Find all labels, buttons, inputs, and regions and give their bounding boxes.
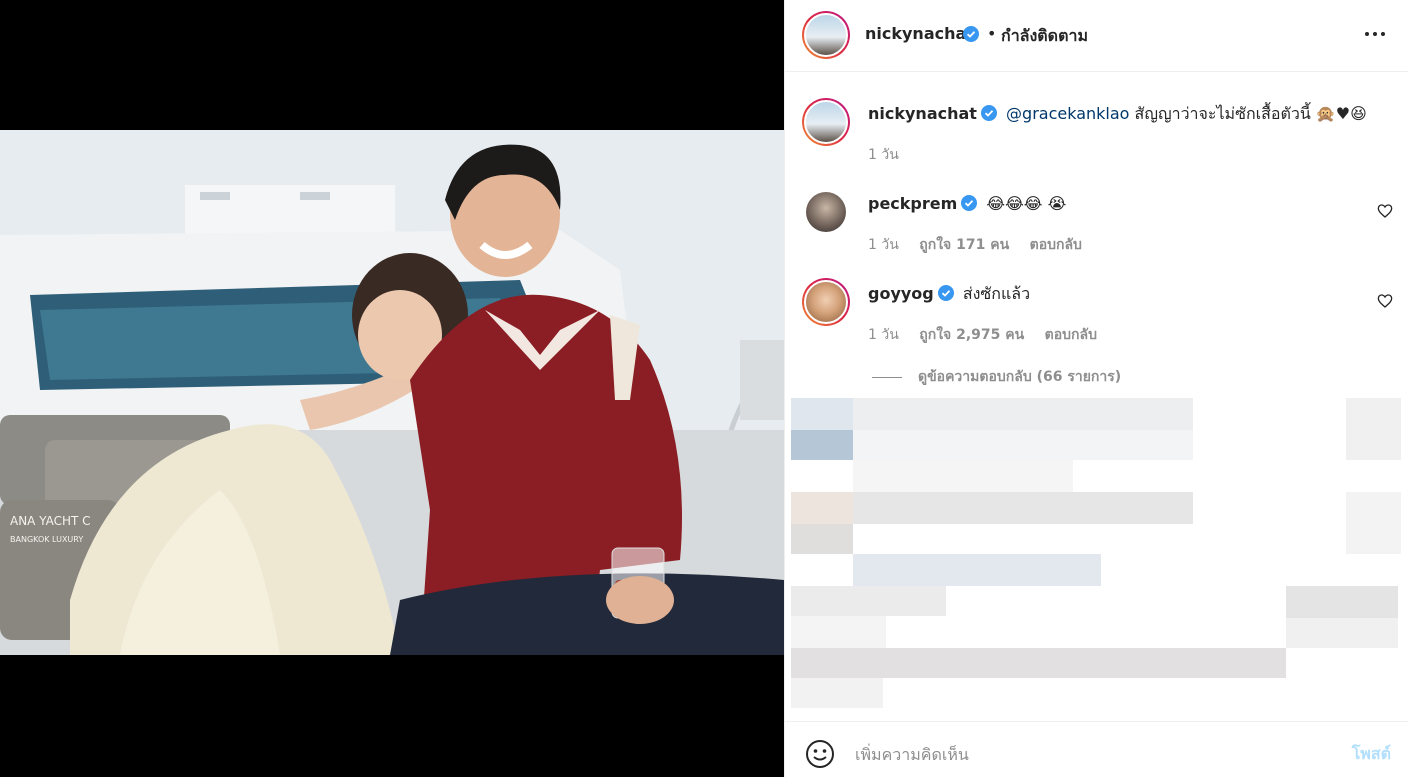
separator-dot: • (987, 24, 997, 43)
commenter-avatar[interactable] (802, 278, 850, 326)
caption-username[interactable]: nickynachat (868, 104, 977, 123)
comment-meta: 1 วัน ถูกใจ 171 คน ตอบกลับ (868, 234, 1098, 256)
comment-likes[interactable]: ถูกใจ 171 คน (919, 237, 1009, 253)
caption-text-row: nickynachat @gracekanklao สัญญาว่าจะไม่ซ… (868, 103, 1367, 125)
verified-badge-icon (961, 195, 978, 211)
post-comment-button[interactable]: โพสต์ (1352, 742, 1391, 767)
comment-composer: โพสต์ (785, 721, 1408, 777)
avatar-image (804, 280, 848, 324)
comment-meta: 1 วัน ถูกใจ 2,975 คน ตอบกลับ (868, 324, 1113, 346)
comment-time[interactable]: 1 วัน (868, 327, 899, 343)
caption-time[interactable]: 1 วัน (868, 147, 899, 163)
author-avatar[interactable] (802, 11, 850, 59)
verified-badge-icon (937, 285, 954, 301)
verified-badge-icon (980, 105, 997, 121)
comment-body: 😂😂😂 😭 (986, 194, 1067, 213)
avatar-image (804, 13, 848, 57)
caption-body: สัญญาว่าจะไม่ซักเสื้อตัวนี้ 🙊♥😆 (1134, 104, 1367, 123)
caption-meta: 1 วัน (868, 144, 915, 166)
view-replies-label: ดูข้อความตอบกลับ (66 รายการ) (918, 369, 1122, 385)
view-replies-button[interactable]: ดูข้อความตอบกลับ (66 รายการ) (872, 366, 1121, 388)
avatar-image (804, 100, 848, 144)
heart-icon[interactable] (1377, 293, 1393, 309)
comment-time[interactable]: 1 วัน (868, 237, 899, 253)
emoji-smile-icon[interactable] (805, 739, 835, 769)
post-header: nickynachat • กำลังติดตาม (785, 0, 1408, 72)
comment-input[interactable] (855, 736, 1325, 772)
svg-text:BANGKOK LUXURY: BANGKOK LUXURY (10, 535, 83, 544)
replies-divider (872, 376, 902, 378)
comment-username[interactable]: peckprem (868, 194, 957, 213)
comment-username[interactable]: goyyog (868, 284, 934, 303)
more-horizontal-icon[interactable] (1363, 22, 1387, 46)
mention-link[interactable]: @gracekanklao (1006, 104, 1129, 123)
comment-body: ส่งซักแล้ว (962, 284, 1031, 303)
comment-text-row: goyyog ส่งซักแล้ว (868, 283, 1030, 305)
comment-text-row: peckprem 😂😂😂 😭 (868, 193, 1066, 215)
caption-avatar[interactable] (802, 98, 850, 146)
blurred-comments (791, 398, 1401, 714)
svg-text:ANA YACHT C: ANA YACHT C (10, 514, 91, 528)
post-media[interactable]: ANA YACHT C BANGKOK LUXURY (0, 0, 784, 777)
comment-likes[interactable]: ถูกใจ 2,975 คน (919, 327, 1024, 343)
commenter-avatar[interactable] (806, 192, 846, 232)
heart-icon[interactable] (1377, 203, 1393, 219)
post-panel: nickynachat • กำลังติดตาม nickynachat @g… (784, 0, 1408, 777)
reply-button[interactable]: ตอบกลับ (1045, 327, 1097, 343)
post-photo[interactable]: ANA YACHT C BANGKOK LUXURY (0, 130, 784, 655)
reply-button[interactable]: ตอบกลับ (1030, 237, 1082, 253)
verified-badge-icon (963, 26, 979, 42)
photo-illustration: ANA YACHT C BANGKOK LUXURY (0, 130, 784, 655)
follow-status-button[interactable]: กำลังติดตาม (1001, 24, 1088, 49)
author-username[interactable]: nickynachat (865, 24, 974, 43)
